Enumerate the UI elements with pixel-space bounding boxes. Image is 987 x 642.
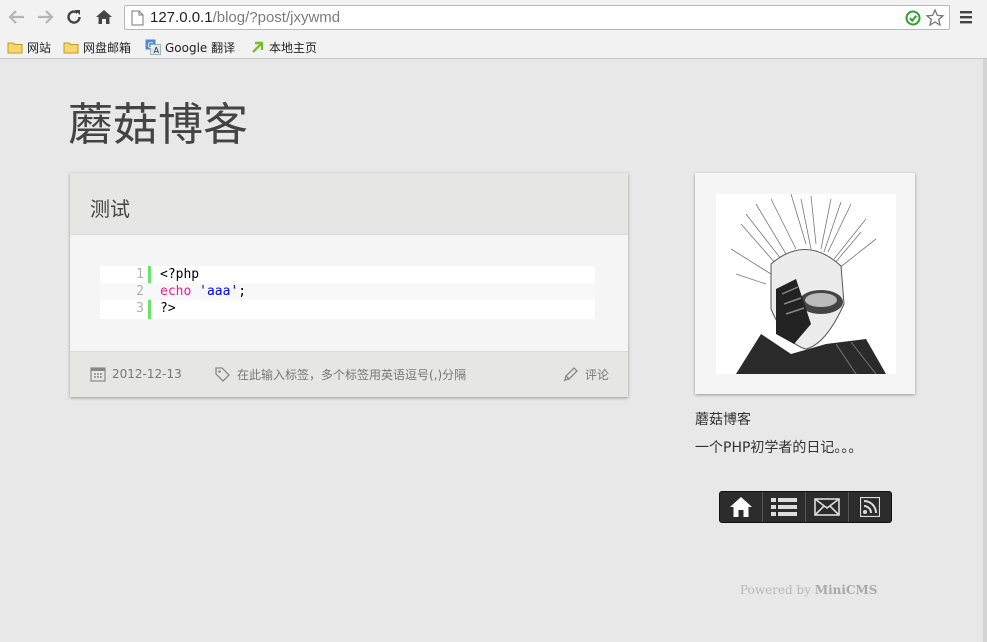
post-card: 测试 1 <?php 2 echo 'aaa'; 3 ?> 2012-12-13… bbox=[70, 173, 628, 397]
mail-link[interactable] bbox=[806, 492, 849, 522]
code-keyword: echo bbox=[160, 284, 192, 299]
bookmark-item[interactable]: 网站 bbox=[7, 38, 51, 56]
post-footer: 2012-12-13 在此输入标签，多个标签用英语逗号(,)分隔 评论 bbox=[70, 351, 628, 397]
calendar-icon bbox=[90, 367, 106, 382]
code-string: 'aaa' bbox=[199, 284, 239, 299]
rss-link[interactable] bbox=[849, 492, 891, 522]
line-number: 2 bbox=[136, 284, 144, 299]
post-date-text: 2012-12-13 bbox=[112, 367, 182, 381]
bookmark-item[interactable]: 本地主页 bbox=[250, 38, 317, 56]
code-punct: ; bbox=[238, 284, 247, 299]
powered-by: Powered by MiniCMS bbox=[740, 583, 877, 597]
powered-link[interactable]: MiniCMS bbox=[815, 583, 878, 597]
code-text: <?php bbox=[160, 267, 200, 282]
line-number: 3 bbox=[136, 301, 144, 316]
svg-text:A: A bbox=[154, 46, 160, 55]
site-title[interactable]: 蘑菇博客 bbox=[68, 88, 248, 153]
page-icon bbox=[131, 10, 144, 26]
post-title[interactable]: 测试 bbox=[90, 193, 130, 222]
sidebar-blog-name: 蘑菇博客 bbox=[695, 412, 751, 428]
bookmark-item[interactable]: 网盘邮箱 bbox=[63, 38, 131, 56]
address-bar[interactable]: 127.0.0.1/blog/?post/jxywmd bbox=[124, 5, 950, 30]
comment-label: 评论 bbox=[585, 368, 610, 382]
check-circle-icon[interactable] bbox=[905, 10, 921, 26]
code-line: 3 ?> bbox=[100, 300, 595, 317]
mail-icon bbox=[814, 498, 840, 516]
powered-prefix: Powered by bbox=[740, 583, 811, 597]
back-arrow-icon bbox=[8, 10, 24, 24]
line-number: 1 bbox=[136, 267, 144, 282]
menu-button[interactable] bbox=[958, 9, 974, 25]
bookmark-item[interactable]: GA Google 翻译 bbox=[145, 38, 235, 56]
browser-toolbar: 127.0.0.1/blog/?post/jxywmd bbox=[0, 0, 987, 35]
bookmark-label: 网站 bbox=[27, 40, 52, 55]
forward-button[interactable] bbox=[35, 7, 55, 27]
bookmark-label: Google 翻译 bbox=[165, 40, 236, 55]
avatar-sketch-icon bbox=[716, 194, 896, 374]
translate-icon: GA bbox=[145, 39, 161, 55]
code-text: echo 'aaa'; bbox=[160, 283, 246, 300]
avatar-card bbox=[695, 173, 915, 394]
home-icon bbox=[730, 497, 752, 517]
post-tags: 在此输入标签，多个标签用英语逗号(,)分隔 bbox=[214, 366, 466, 383]
post-date: 2012-12-13 bbox=[90, 366, 182, 382]
tag-icon bbox=[215, 367, 230, 382]
list-icon bbox=[771, 498, 797, 516]
url-text: 127.0.0.1/blog/?post/jxywmd bbox=[150, 9, 341, 26]
forward-arrow-icon bbox=[38, 10, 54, 24]
folder-icon bbox=[7, 42, 23, 53]
bookmark-label: 网盘邮箱 bbox=[83, 40, 132, 55]
avatar bbox=[716, 194, 896, 374]
back-button[interactable] bbox=[7, 7, 27, 27]
code-line: 1 <?php bbox=[100, 266, 595, 283]
home-button[interactable] bbox=[94, 7, 114, 27]
home-icon bbox=[96, 10, 112, 24]
social-icon-bar bbox=[719, 491, 892, 523]
reload-icon bbox=[67, 10, 81, 24]
comment-link[interactable]: 评论 bbox=[562, 366, 609, 383]
code-text: ?> bbox=[160, 301, 176, 316]
menu-icon bbox=[960, 11, 972, 24]
bookmark-label: 本地主页 bbox=[269, 40, 318, 55]
arrow-icon bbox=[252, 41, 264, 53]
post-header bbox=[70, 173, 628, 235]
sidebar-blog-description: 一个PHP初学者的日记。。。 bbox=[695, 440, 863, 456]
rss-icon bbox=[860, 497, 880, 517]
bookmark-star-icon[interactable] bbox=[925, 8, 945, 28]
reload-button[interactable] bbox=[64, 7, 84, 27]
code-block: 1 <?php 2 echo 'aaa'; 3 ?> bbox=[100, 266, 595, 319]
tags-text: 在此输入标签，多个标签用英语逗号(,)分隔 bbox=[237, 368, 467, 382]
home-link[interactable] bbox=[720, 492, 763, 522]
folder-icon bbox=[63, 42, 79, 53]
code-line: 2 echo 'aaa'; bbox=[100, 283, 595, 300]
list-link[interactable] bbox=[763, 492, 806, 522]
window-edge bbox=[983, 59, 987, 642]
bookmarks-bar: 网站 网盘邮箱 GA Google 翻译 本地主页 bbox=[0, 35, 987, 59]
pencil-icon bbox=[563, 367, 578, 382]
